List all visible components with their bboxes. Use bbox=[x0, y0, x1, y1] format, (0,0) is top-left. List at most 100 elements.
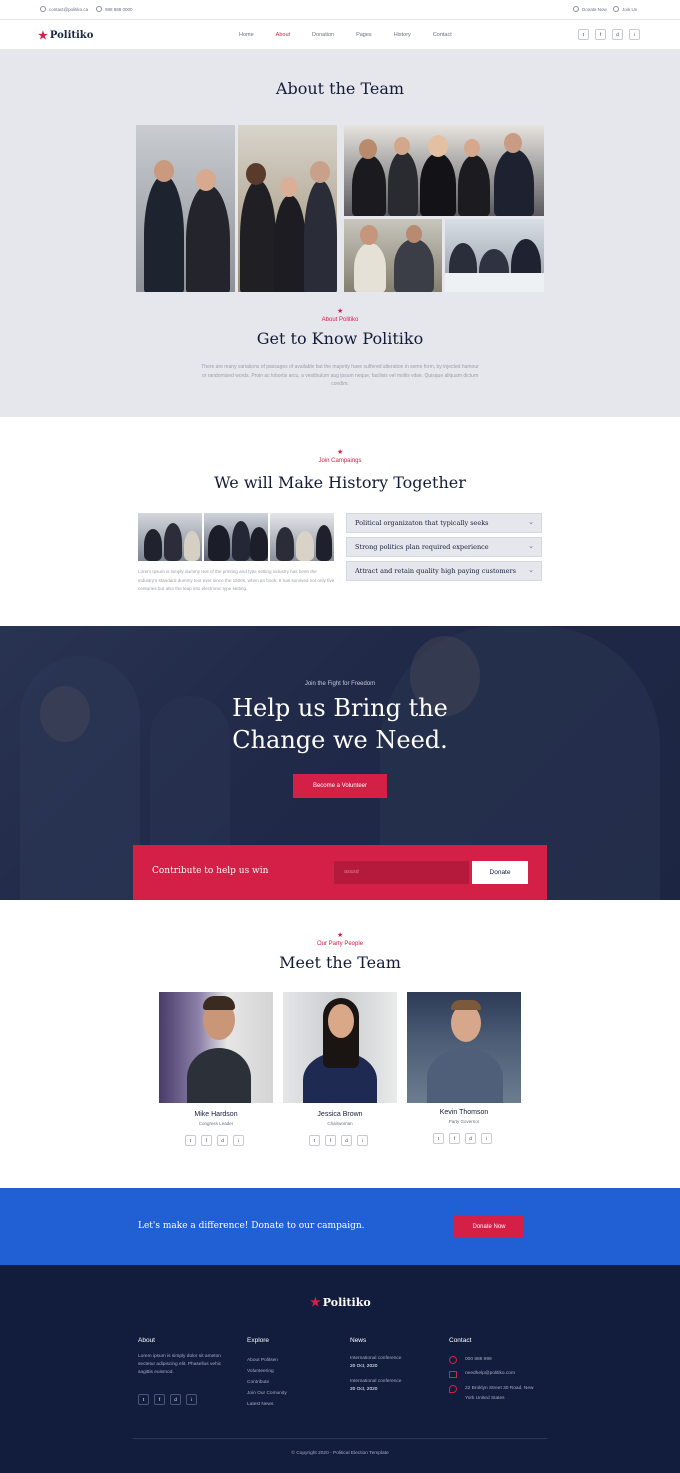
nav-about[interactable]: About bbox=[276, 32, 290, 38]
explore-link[interactable]: Contribute bbox=[247, 1378, 269, 1389]
cta-text: Let's make a difference! Donate to our c… bbox=[138, 1221, 365, 1231]
nav-history[interactable]: History bbox=[394, 32, 411, 38]
facebook-icon[interactable]: f bbox=[325, 1135, 336, 1146]
footer-contact-title: Contact bbox=[449, 1337, 472, 1344]
member-social: t f d i bbox=[309, 1135, 368, 1146]
explore-link[interactable]: Latest News bbox=[247, 1400, 273, 1411]
team-photo-1 bbox=[136, 125, 235, 292]
about-text: There are many variations of passages of… bbox=[201, 364, 479, 387]
donate-link[interactable]: Donate Now bbox=[573, 6, 607, 12]
twitter-icon[interactable]: t bbox=[185, 1135, 196, 1146]
star-icon: ★ bbox=[310, 1295, 321, 1309]
member-social: t f d i bbox=[433, 1133, 492, 1144]
amount-input[interactable]: asasd bbox=[334, 861, 469, 884]
footer-logo[interactable]: ★ Politiko bbox=[310, 1295, 371, 1309]
nav-home[interactable]: Home bbox=[239, 32, 254, 38]
nav-menu: Home About Donation Pages History Contac… bbox=[239, 32, 474, 38]
about-eyebrow: About Politiko bbox=[321, 317, 359, 323]
campaign-text: Lorem Ipsum is simply dummy text of the … bbox=[138, 569, 335, 591]
star-icon: ★ bbox=[337, 449, 344, 456]
facebook-icon[interactable]: f bbox=[449, 1133, 460, 1144]
footer-divider bbox=[133, 1438, 547, 1439]
campaign-photo-1 bbox=[138, 513, 202, 561]
mail-icon bbox=[449, 1371, 457, 1378]
donate-button[interactable]: Donate bbox=[472, 861, 528, 884]
donate-cta-band: Let's make a difference! Donate to our c… bbox=[0, 1188, 680, 1265]
twitter-icon[interactable]: t bbox=[433, 1133, 444, 1144]
hero-eyebrow: Join the Fight for Freedom bbox=[304, 681, 376, 687]
nav-pages[interactable]: Pages bbox=[356, 32, 372, 38]
explore-link[interactable]: Join Our Comunity bbox=[247, 1389, 287, 1400]
accordion-item-1[interactable]: Political organizaton that typically see… bbox=[346, 513, 542, 533]
explore-link[interactable]: About Politsen bbox=[247, 1356, 278, 1367]
instagram-icon[interactable]: i bbox=[357, 1135, 368, 1146]
member-photo-2 bbox=[283, 992, 397, 1103]
volunteer-button[interactable]: Become a Volunteer bbox=[293, 774, 387, 798]
facebook-icon[interactable]: f bbox=[201, 1135, 212, 1146]
donate-link-label: Donate Now bbox=[582, 6, 607, 12]
team-photo-3 bbox=[344, 125, 544, 216]
phone-item[interactable]: 988 888 0000 bbox=[96, 6, 133, 12]
logo[interactable]: ★ Politiko bbox=[38, 29, 93, 42]
top-bar: contact@politiko.ca 988 888 0000 Donate … bbox=[0, 0, 680, 20]
dribbble-icon[interactable]: d bbox=[612, 29, 623, 40]
explore-link[interactable]: Volunteering bbox=[247, 1367, 274, 1378]
email-item[interactable]: contact@politiko.ca bbox=[40, 6, 88, 12]
logo-text: Politiko bbox=[322, 1295, 371, 1309]
instagram-icon[interactable]: i bbox=[481, 1133, 492, 1144]
contact-phone[interactable]: 000 888 999 bbox=[465, 1355, 492, 1366]
team-eyebrow: Our Party People bbox=[316, 941, 364, 947]
footer-social: t f d i bbox=[138, 1394, 197, 1405]
main-nav: ★ Politiko Home About Donation Pages Hist… bbox=[0, 21, 680, 49]
phone-icon bbox=[449, 1356, 457, 1364]
contribute-label: Contribute to help us win bbox=[152, 866, 269, 876]
member-social: t f d i bbox=[185, 1135, 244, 1146]
dribbble-icon[interactable]: d bbox=[170, 1394, 181, 1405]
phone-text: 988 888 0000 bbox=[105, 6, 133, 12]
team-heading: Meet the Team bbox=[279, 953, 401, 972]
twitter-icon[interactable]: t bbox=[309, 1135, 320, 1146]
hero-title-line1: Help us Bring the bbox=[232, 694, 448, 722]
copyright: © Copyright 2020 - Political Election Te… bbox=[291, 1451, 389, 1456]
donate-now-button[interactable]: Donate Now bbox=[454, 1215, 524, 1238]
facebook-icon[interactable]: f bbox=[595, 29, 606, 40]
join-link-label: Join Us bbox=[622, 6, 638, 12]
team-photo-2 bbox=[238, 125, 337, 292]
footer-about-title: About bbox=[138, 1337, 155, 1344]
twitter-icon[interactable]: t bbox=[138, 1394, 149, 1405]
twitter-icon[interactable]: t bbox=[578, 29, 589, 40]
instagram-icon[interactable]: i bbox=[629, 29, 640, 40]
about-section: About the Team ★ About Politiko Get to K… bbox=[0, 49, 680, 417]
join-link[interactable]: Join Us bbox=[613, 6, 637, 12]
member-name: Mike Hardson bbox=[194, 1111, 238, 1118]
dribbble-icon[interactable]: d bbox=[341, 1135, 352, 1146]
instagram-icon[interactable]: i bbox=[233, 1135, 244, 1146]
news-date: 20 Oct, 2020 bbox=[350, 1364, 378, 1369]
nav-donation[interactable]: Donation bbox=[312, 32, 334, 38]
star-icon: ★ bbox=[38, 30, 48, 42]
dribbble-icon[interactable]: d bbox=[465, 1133, 476, 1144]
accordion-label: Strong politics plan required experience bbox=[355, 543, 489, 551]
logo-text: Politiko bbox=[49, 30, 94, 41]
chevron-down-icon: ⌄ bbox=[528, 567, 534, 574]
header-social: t f d i bbox=[578, 29, 640, 40]
accordion-item-3[interactable]: Attract and retain quality high paying c… bbox=[346, 561, 542, 581]
footer-about-text: Lorem ipsum is simply dolor sit ameton s… bbox=[138, 1354, 222, 1376]
campaign-photo-3 bbox=[270, 513, 334, 561]
nav-contact[interactable]: Contact bbox=[433, 32, 452, 38]
team-photo-4 bbox=[344, 219, 442, 292]
accordion-label: Attract and retain quality high paying c… bbox=[355, 567, 516, 575]
member-photo-3 bbox=[407, 992, 521, 1103]
instagram-icon[interactable]: i bbox=[186, 1394, 197, 1405]
dribbble-icon[interactable]: d bbox=[217, 1135, 228, 1146]
location-icon bbox=[449, 1385, 457, 1393]
donate-icon bbox=[573, 6, 579, 12]
accordion-item-2[interactable]: Strong politics plan required experience… bbox=[346, 537, 542, 557]
facebook-icon[interactable]: f bbox=[154, 1394, 165, 1405]
member-photo-1 bbox=[159, 992, 273, 1103]
member-role: Party Governor bbox=[448, 1119, 480, 1124]
team-photo-5 bbox=[445, 219, 544, 292]
user-icon bbox=[613, 6, 619, 12]
hero-title-line2: Change we Need. bbox=[232, 726, 448, 754]
contact-email[interactable]: needhelp@politiko.com bbox=[465, 1369, 515, 1380]
